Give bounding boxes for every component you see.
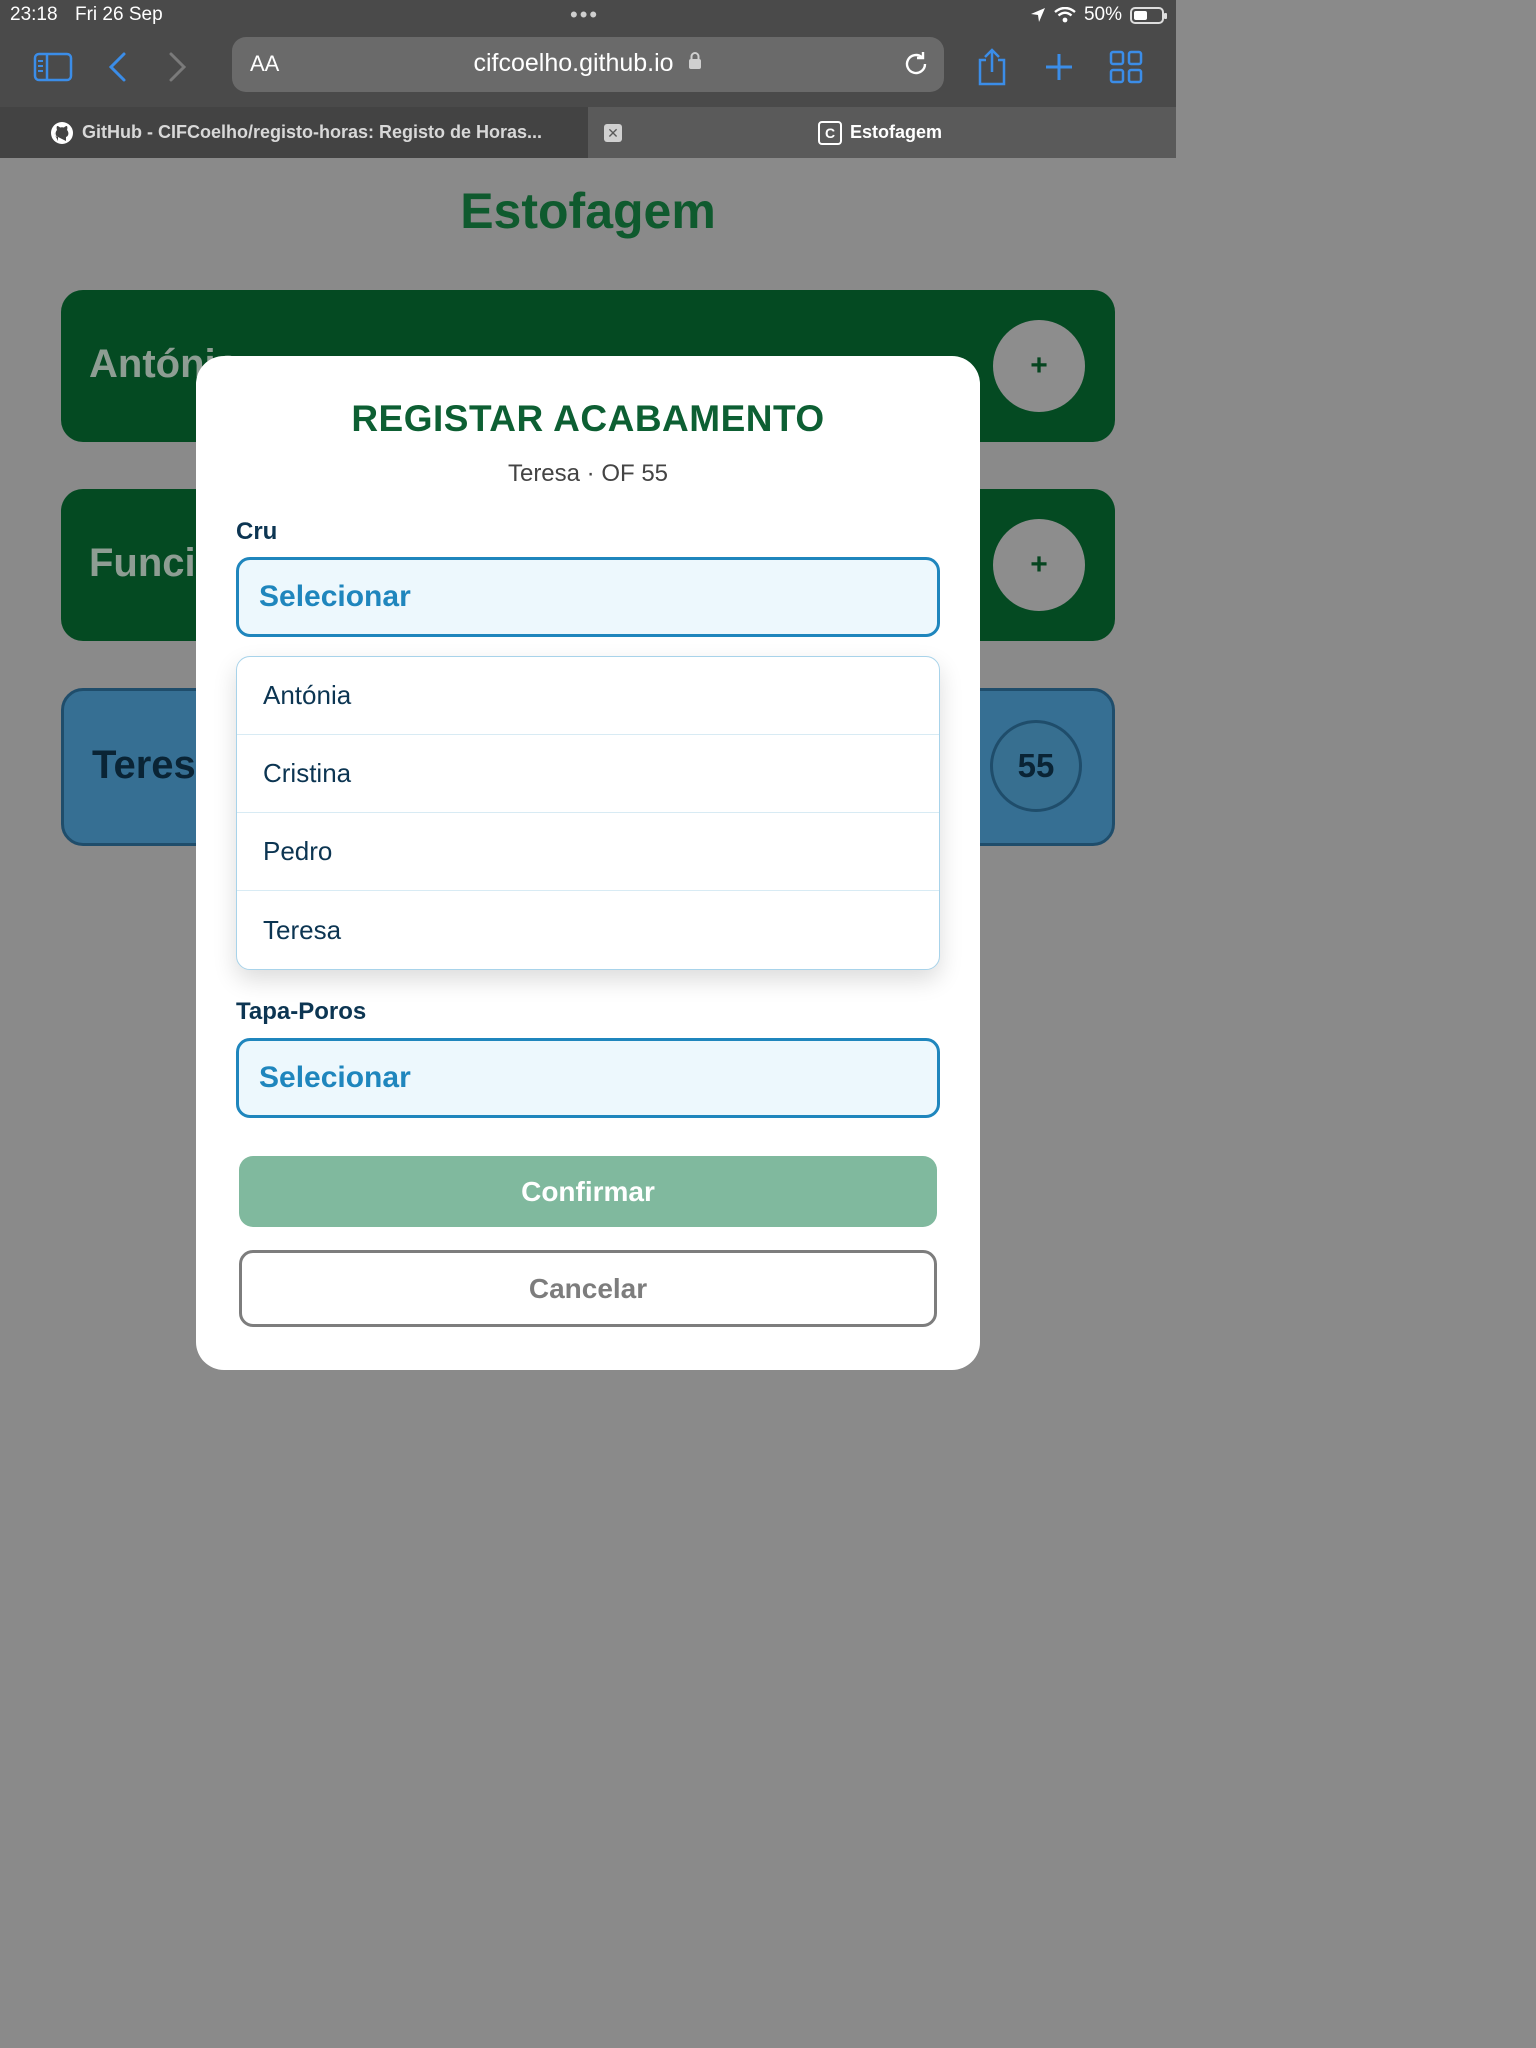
field-label-cru: Cru <box>236 518 278 545</box>
github-icon <box>51 121 73 144</box>
battery-percent: 50% <box>1083 4 1122 25</box>
of-number-badge[interactable]: 55 <box>990 720 1082 812</box>
register-finish-modal: REGISTAR ACABAMENTO Teresa · OF 55 Cru S… <box>196 356 980 1370</box>
back-icon[interactable] <box>96 48 140 86</box>
modal-subtitle: Teresa · OF 55 <box>507 460 669 487</box>
dropdown-option[interactable]: Antónia <box>237 657 939 735</box>
add-button[interactable]: + <box>993 519 1085 611</box>
share-icon[interactable] <box>970 48 1014 86</box>
select-tapa-poros[interactable]: Selecionar <box>236 1038 940 1118</box>
status-date: Fri 26 Sep <box>75 4 163 25</box>
lock-icon <box>688 52 701 69</box>
browser-toolbar: AA cifcoelho.github.io <box>0 30 1176 107</box>
sidebar-icon[interactable] <box>31 48 75 86</box>
status-time: 23:18 <box>10 4 58 25</box>
tab-bar: GitHub - CIFCoelho/registo-horas: Regist… <box>0 107 1176 158</box>
select-cru[interactable]: Selecionar <box>236 557 940 637</box>
select-value: Selecionar <box>259 580 411 613</box>
select-value: Selecionar <box>259 1061 411 1094</box>
modal-title: REGISTAR ACABAMENTO <box>351 398 825 439</box>
field-label-tapa-poros: Tapa-Poros <box>236 998 367 1025</box>
add-button[interactable]: + <box>993 320 1085 412</box>
tab-title: GitHub - CIFCoelho/registo-horas: Regist… <box>82 122 543 142</box>
battery-icon <box>1130 6 1167 24</box>
dropdown-option[interactable]: Pedro <box>237 813 939 891</box>
location-icon <box>1030 8 1045 22</box>
status-indicators: 50% <box>1030 4 1167 26</box>
status-bar: 23:18 Fri 26 Sep ••• 50% <box>0 0 1176 30</box>
cancel-button[interactable]: Cancelar <box>239 1250 937 1327</box>
tabs-overview-icon[interactable] <box>1104 48 1148 86</box>
page-title: Estofagem <box>460 183 716 239</box>
tab-estofagem[interactable]: C Estofagem <box>588 107 1176 158</box>
address-bar[interactable]: AA cifcoelho.github.io <box>232 37 944 92</box>
tab-github[interactable]: GitHub - CIFCoelho/registo-horas: Regist… <box>0 107 622 158</box>
reload-icon[interactable] <box>902 50 930 78</box>
multitasking-dots-icon[interactable]: ••• <box>570 2 599 28</box>
forward-icon[interactable] <box>155 48 199 86</box>
url-text: cifcoelho.github.io <box>473 49 674 77</box>
confirm-button[interactable]: Confirmar <box>239 1156 937 1227</box>
address-url-display[interactable]: cifcoelho.github.io <box>232 49 944 78</box>
site-favicon-icon: C <box>818 120 842 145</box>
tab-title: Estofagem <box>850 122 943 142</box>
dropdown-option[interactable]: Cristina <box>237 735 939 813</box>
dropdown-option[interactable]: Teresa <box>237 891 939 969</box>
wifi-icon <box>1054 7 1076 23</box>
new-tab-icon[interactable] <box>1037 48 1081 86</box>
dropdown-options-list: Antónia Cristina Pedro Teresa <box>236 656 940 970</box>
